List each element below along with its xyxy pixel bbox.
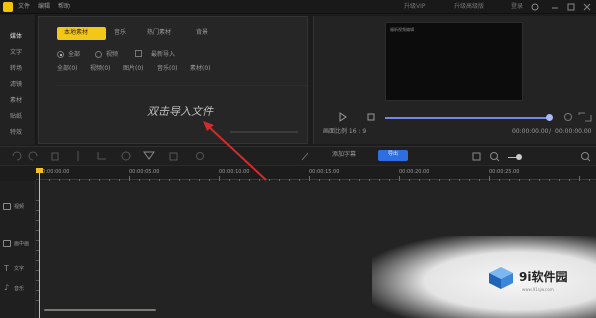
filter-radio-all[interactable] <box>57 51 64 58</box>
menu-help[interactable]: 帮助 <box>58 4 70 10</box>
nav-item-transition[interactable]: 转场 <box>0 62 36 76</box>
playhead-handle[interactable] <box>36 168 43 173</box>
snapshot-icon[interactable] <box>564 113 572 121</box>
time-current: 00:00:00.00 <box>512 128 549 135</box>
ruler-label: 00:00:05.00 <box>129 169 160 175</box>
nav-item-effect[interactable]: 特效 <box>0 126 36 140</box>
play-icon[interactable] <box>339 112 347 122</box>
track-label-video: 视频 <box>14 204 25 210</box>
mark-icon[interactable] <box>301 152 309 161</box>
filter-radio-video[interactable] <box>95 51 102 58</box>
text-track-icon: T <box>4 264 9 273</box>
freeze-icon[interactable] <box>196 152 204 160</box>
export-label: 导出 <box>388 151 399 157</box>
video-track-icon <box>3 203 11 210</box>
ruler-label: 00:00:15.00 <box>309 169 340 175</box>
preview-tools <box>564 112 592 122</box>
ruler-label: 00:00:00.00 <box>39 169 70 175</box>
filter-label-video: 视频 <box>106 51 119 58</box>
filter-label-all: 全部 <box>68 51 81 58</box>
tab-label: 本地素材 <box>64 29 89 36</box>
nav-item-label: 滤镜 <box>10 81 23 88</box>
sort-label[interactable]: 最新导入 <box>151 52 175 58</box>
add-subtitle-button[interactable]: 添加字幕 <box>332 152 356 158</box>
zoom-out-icon[interactable] <box>490 152 500 162</box>
music-track-icon: ♪ <box>4 283 10 292</box>
ruler-label: 00:00:10.00 <box>219 169 250 175</box>
chip-material[interactable]: 素材(0) <box>190 66 211 74</box>
watermark-brand: 9i软件园 <box>519 270 568 284</box>
watermark-url: www.91sjw.com <box>522 287 554 292</box>
menu-file[interactable]: 文件 <box>18 4 30 10</box>
video-preview <box>385 22 523 101</box>
time-separator: / <box>549 128 552 135</box>
playback-progress-knob[interactable] <box>546 114 553 121</box>
time-total: 00:00:00.00 <box>555 128 592 135</box>
window-controls <box>531 3 591 11</box>
filter-tool-icon[interactable] <box>143 151 155 160</box>
preview-watermark: 福昕视频编辑 <box>390 27 414 32</box>
media-scrollbar[interactable] <box>230 131 298 133</box>
app-logo-icon <box>3 2 13 12</box>
ruler-label: 00:00:25.00 <box>489 169 520 175</box>
nav-item-material[interactable]: 素材 <box>0 94 36 108</box>
playhead-line[interactable] <box>39 168 40 318</box>
tab-background[interactable]: 背景 <box>196 30 208 36</box>
tab-local-media[interactable]: 本地素材 <box>57 27 106 40</box>
track-headers <box>0 181 36 318</box>
ruler-label: 00:00:20.00 <box>399 169 430 175</box>
nav-item-text[interactable]: 文字 <box>0 46 36 60</box>
pip-track-icon <box>3 240 11 247</box>
nav-item-label: 媒体 <box>10 33 23 40</box>
zoom-tools <box>472 152 500 162</box>
export-button[interactable]: 导出 <box>378 150 408 161</box>
zoom-in-icon[interactable] <box>580 151 592 163</box>
nav-item-label: 贴纸 <box>10 113 23 120</box>
login-link[interactable]: 登录 <box>511 4 523 10</box>
chip-image[interactable]: 图片(0) <box>123 66 144 74</box>
crop-icon[interactable] <box>97 152 106 160</box>
tab-hot-material[interactable]: 热门素材 <box>147 30 171 36</box>
playback-controls <box>339 112 375 122</box>
track-label-pip: 画中画 <box>14 241 30 247</box>
track-label-text: 文字 <box>14 266 25 272</box>
close-icon[interactable] <box>583 3 591 11</box>
undo-icon[interactable] <box>12 151 22 161</box>
delete-icon[interactable] <box>51 152 59 161</box>
zoom-fit-icon[interactable] <box>472 152 481 161</box>
fullscreen-icon[interactable] <box>578 112 592 122</box>
nav-item-label: 特效 <box>10 129 23 136</box>
menu-edit[interactable]: 编辑 <box>38 4 50 10</box>
menu-bar <box>0 0 596 14</box>
nav-item-label: 文字 <box>10 49 23 56</box>
tab-music[interactable]: 音乐 <box>114 30 126 36</box>
nav-item-sticker[interactable]: 贴纸 <box>0 110 36 124</box>
nav-item-media[interactable]: 媒体 <box>0 30 36 44</box>
track-label-music: 音乐 <box>14 286 25 292</box>
settings-icon[interactable] <box>531 3 539 11</box>
speed-icon[interactable] <box>121 151 131 161</box>
stop-icon[interactable] <box>367 113 375 121</box>
chip-video[interactable]: 视频(0) <box>90 66 111 74</box>
edit-tools <box>12 151 309 161</box>
nav-item-label: 素材 <box>10 97 23 104</box>
import-hint-text: 双击导入文件 <box>147 105 213 118</box>
maximize-icon[interactable] <box>567 3 575 11</box>
mosaic-icon[interactable] <box>169 152 178 161</box>
chip-music[interactable]: 音乐(0) <box>157 66 178 74</box>
watermark-cube-icon <box>489 267 513 289</box>
upgrade-vip-link[interactable]: 升级VIP <box>404 4 426 10</box>
timeline-scrollbar[interactable] <box>44 309 156 311</box>
nav-item-label: 转场 <box>10 65 23 72</box>
upgrade-pro-link[interactable]: 升级高级版 <box>454 4 484 10</box>
aspect-ratio-label[interactable]: 画面比例 16 : 9 <box>323 129 366 135</box>
filter-checkbox-image[interactable] <box>135 50 142 57</box>
playback-progress-fill <box>385 117 550 119</box>
redo-icon[interactable] <box>28 151 38 161</box>
nav-item-filter[interactable]: 滤镜 <box>0 78 36 92</box>
chip-all[interactable]: 全部(0) <box>57 66 78 74</box>
